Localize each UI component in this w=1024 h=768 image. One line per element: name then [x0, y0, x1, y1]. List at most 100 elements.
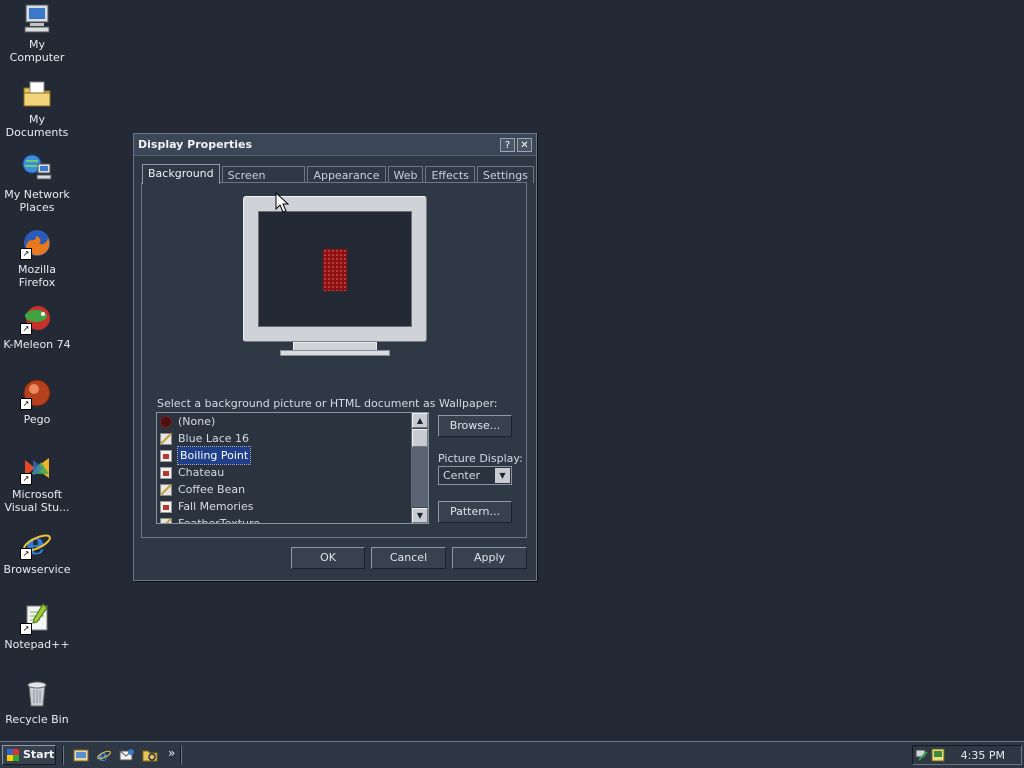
shortcut-arrow-icon: ↗ — [20, 548, 32, 560]
system-tray: 4:35 PM — [912, 745, 1022, 765]
desktop-icon-notepad-plus-plus[interactable]: ↗ Notepad++ — [0, 602, 74, 651]
desktop-icon-mozilla-firefox[interactable]: ↗ Mozilla Firefox — [0, 227, 74, 289]
list-item[interactable]: Chateau — [157, 464, 428, 481]
desktop-icon-my-network-places[interactable]: My Network Places — [0, 152, 74, 214]
tab-effects[interactable]: Effects — [425, 166, 475, 183]
bitmap-icon — [160, 449, 172, 462]
desktop-icon-label: My Network Places — [4, 188, 70, 214]
show-desktop-icon[interactable] — [73, 747, 89, 763]
wallpaper-preview — [323, 249, 347, 291]
computer-icon — [21, 2, 53, 34]
outlook-express-icon[interactable] — [119, 747, 135, 763]
apply-button[interactable]: Apply — [452, 547, 527, 569]
wallpaper-select-label: Select a background picture or HTML docu… — [157, 397, 498, 410]
desktop-icon-label: Notepad++ — [4, 638, 70, 651]
tab-settings[interactable]: Settings — [476, 166, 534, 183]
picture-display-select[interactable]: Center ▼ — [438, 466, 512, 485]
documents-folder-icon — [21, 77, 53, 109]
picture-display-label: Picture Display: — [438, 452, 523, 465]
desktop-icon-my-documents[interactable]: My Documents — [0, 77, 74, 139]
desktop-icon-pego[interactable]: ↗ Pego — [0, 377, 74, 426]
shortcut-arrow-icon: ↗ — [20, 323, 32, 335]
help-button[interactable]: ? — [500, 137, 515, 152]
shortcut-arrow-icon: ↗ — [20, 473, 32, 485]
display-properties-dialog: Display Properties ? ✕ Background Screen… — [133, 133, 537, 581]
list-item[interactable]: Blue Lace 16 — [157, 430, 428, 447]
start-label: Start — [23, 748, 55, 761]
cancel-button[interactable]: Cancel — [371, 547, 446, 569]
taskbar: Start e » 4:35 PM — [0, 741, 1024, 768]
desktop-icon-visual-studio[interactable]: ↗ Microsoft Visual Stu... — [0, 452, 74, 514]
visual-studio-icon: ↗ — [20, 452, 53, 485]
paint-icon — [160, 483, 172, 496]
internet-explorer-icon: e ↗ — [20, 527, 53, 562]
tab-web[interactable]: Web — [387, 166, 424, 183]
internet-explorer-icon[interactable]: e — [96, 747, 112, 763]
tab-background[interactable]: Background — [142, 164, 220, 184]
scroll-track[interactable] — [412, 447, 428, 507]
dialog-title: Display Properties — [138, 138, 253, 151]
scroll-down-icon[interactable]: ▼ — [412, 508, 428, 523]
taskbar-clock[interactable]: 4:35 PM — [961, 749, 1005, 762]
windows-logo-icon — [7, 749, 19, 761]
notepad-plus-plus-icon: ↗ — [20, 602, 53, 635]
monitor-screen — [258, 211, 412, 327]
quicklaunch-overflow-button[interactable]: » — [168, 746, 175, 760]
tab-appearance[interactable]: Appearance — [307, 166, 386, 183]
bitmap-icon — [160, 500, 172, 513]
windows-explorer-icon[interactable] — [142, 747, 158, 763]
background-tab-panel: Select a background picture or HTML docu… — [141, 182, 527, 538]
bitmap-icon — [160, 466, 172, 479]
firefox-icon: ↗ — [20, 227, 53, 260]
desktop-icon-recycle-bin[interactable]: Recycle Bin — [0, 677, 74, 726]
desktop-icon-k-meleon[interactable]: ↗ K-Meleon 74 — [0, 302, 74, 351]
list-item-label: Chateau — [178, 466, 225, 479]
wallpaper-listbox[interactable]: (None) Blue Lace 16 Boiling Point Chatea… — [156, 412, 429, 524]
list-item-label: Blue Lace 16 — [178, 432, 250, 445]
list-item[interactable]: (None) — [157, 413, 428, 430]
list-item-label: (None) — [178, 415, 216, 428]
desktop-icon-my-computer[interactable]: My Computer — [0, 2, 74, 64]
monitor-stand — [293, 342, 377, 350]
list-item[interactable]: Coffee Bean — [157, 481, 428, 498]
desktop-icon-label: Pego — [23, 413, 51, 426]
list-item-label: FeatherTexture — [178, 517, 261, 524]
network-places-icon — [21, 152, 53, 184]
browse-button[interactable]: Browse... — [438, 415, 512, 437]
close-button[interactable]: ✕ — [517, 137, 532, 152]
list-item[interactable]: Fall Memories — [157, 498, 428, 515]
paint-icon — [160, 432, 172, 445]
list-item-selected[interactable]: Boiling Point — [157, 446, 428, 465]
desktop-icon-label: Recycle Bin — [5, 713, 69, 726]
monitor-tray-icon[interactable] — [931, 748, 945, 762]
mouse-cursor-icon — [275, 192, 289, 213]
recycle-bin-icon — [21, 677, 53, 709]
desktop-icon-label: K-Meleon 74 — [3, 338, 71, 351]
chevron-down-icon[interactable]: ▼ — [495, 468, 510, 483]
pego-icon: ↗ — [20, 377, 53, 410]
tab-screen-saver[interactable]: Screen Saver — [221, 166, 306, 199]
scroll-up-icon[interactable]: ▲ — [412, 413, 428, 428]
monitor-preview — [243, 196, 427, 342]
desktop-icon-label: My Documents — [5, 113, 69, 139]
desktop-icon-browservice[interactable]: e ↗ Browservice — [0, 527, 74, 576]
shortcut-arrow-icon: ↗ — [20, 248, 32, 260]
tab-strip: Background Screen Saver Appearance Web E… — [142, 163, 536, 199]
scroll-thumb[interactable] — [412, 429, 428, 447]
desktop-icon-label: My Computer — [9, 38, 65, 64]
start-button[interactable]: Start — [2, 745, 56, 765]
paint-icon — [160, 517, 172, 523]
desktop-icon-label: Mozilla Firefox — [18, 263, 56, 289]
network-tray-icon[interactable] — [915, 748, 929, 762]
list-scrollbar[interactable]: ▲ ▼ — [411, 413, 428, 523]
list-item-label: Boiling Point — [176, 446, 252, 465]
ok-button[interactable]: OK — [291, 547, 365, 569]
picture-display-value: Center — [443, 469, 481, 482]
pattern-button[interactable]: Pattern... — [438, 501, 512, 523]
none-icon — [160, 415, 172, 428]
dialog-titlebar[interactable]: Display Properties ? ✕ — [134, 134, 536, 156]
taskbar-separator — [180, 746, 182, 765]
k-meleon-icon: ↗ — [20, 302, 53, 335]
list-item[interactable]: FeatherTexture — [157, 515, 428, 524]
shortcut-arrow-icon: ↗ — [20, 623, 32, 635]
